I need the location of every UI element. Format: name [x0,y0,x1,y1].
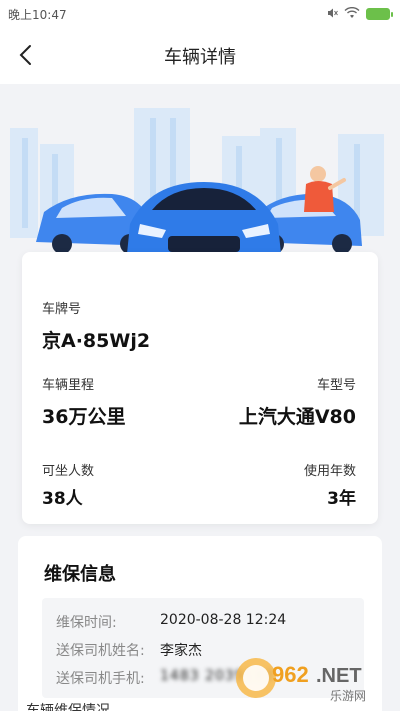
back-button[interactable] [10,40,40,70]
chevron-left-icon [19,45,31,65]
watermark-subtitle: 乐游网 [330,689,366,702]
next-section-title: 车辆维保情况 [26,703,110,711]
mileage-value: 36万公里 [42,406,126,428]
battery-icon [366,8,393,20]
site-watermark: 962 .NET 乐游网 [234,656,384,703]
hero-illustration [0,84,400,280]
maintenance-time-label: 维保时间: [56,615,117,631]
years-label: 使用年数 [303,464,356,479]
years-value: 3年 [327,489,356,509]
plate-value: 京A·85Wj2 [42,330,151,352]
wifi-icon [344,6,360,22]
model-value: 上汽大通V80 [238,406,356,428]
mileage-label: 车辆里程 [42,378,95,393]
plate-label: 车牌号 [42,302,82,317]
status-icons [326,6,393,22]
seats-value: 38人 [42,489,83,509]
vehicle-info-card: 车牌号 京A·85Wj2 车辆里程 36万公里 车型号 上汽大通V80 可坐人数… [22,252,378,524]
page-title: 车辆详情 [164,47,236,68]
model-label: 车型号 [316,378,356,393]
watermark-number: 962 [272,662,309,687]
status-time: 晚上10:47 [8,7,67,22]
nav-bar: 车辆详情 [0,28,400,84]
driver-phone-label: 送保司机手机: [56,671,145,687]
status-bar: 晚上10:47 [0,0,400,28]
watermark-suffix: .NET [316,665,362,687]
maintenance-row: 维保时间: 2020-08-28 12:24 [56,612,286,632]
driver-name-label: 送保司机姓名: [56,643,145,659]
maintenance-title: 维保信息 [44,564,116,585]
mute-icon [326,7,338,22]
driver-name-value: 李家杰 [160,643,202,659]
seats-label: 可坐人数 [42,464,95,479]
maintenance-row: 送保司机姓名: 李家杰 [56,640,202,660]
maintenance-time-value: 2020-08-28 12:24 [160,612,287,628]
